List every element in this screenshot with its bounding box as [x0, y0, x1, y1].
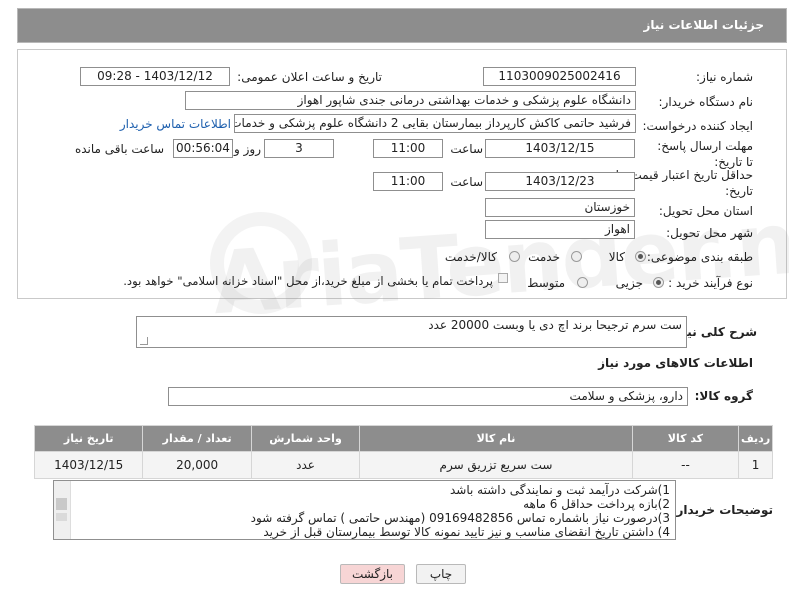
reply-time-label: ساعت	[450, 142, 483, 156]
remaining-label: ساعت باقی مانده	[74, 142, 164, 156]
category-option-goods: کالا	[608, 250, 625, 264]
creator-label: ایجاد کننده درخواست:	[642, 119, 753, 133]
city-label: شهر محل تحویل:	[666, 226, 753, 240]
category-option-service: خدمت	[528, 250, 560, 264]
col-header-code: کد کالا	[631, 425, 740, 452]
goods-group-label: گروه کالا:	[694, 389, 753, 403]
treasury-payment-checkbox[interactable]	[498, 273, 508, 283]
resize-handle-icon[interactable]	[140, 337, 148, 345]
items-table: ردیف کد کالا نام کالا واحد شمارش تعداد /…	[33, 425, 773, 479]
col-header-unit: واحد شمارش	[250, 425, 361, 452]
page-title: جزئیات اطلاعات نیاز	[643, 18, 764, 32]
cell-unit: عدد	[250, 451, 361, 479]
watermark-logo	[210, 212, 312, 314]
need-number-label: شماره نیاز:	[696, 70, 753, 84]
reply-time-field[interactable]: 11:00	[373, 139, 443, 158]
need-number-field[interactable]: 1103009025002416	[483, 67, 636, 86]
category-label: طبقه بندی موضوعی:	[646, 250, 753, 264]
col-header-qty: تعداد / مقدار	[142, 425, 252, 452]
goods-info-title: اطلاعات کالاهای مورد نیاز	[598, 356, 753, 370]
reply-date-field[interactable]: 1403/12/15	[485, 139, 635, 158]
category-radio-goods[interactable]	[635, 251, 646, 262]
reply-deadline-label: مهلت ارسال پاسخ: تا تاریخ:	[657, 139, 753, 169]
category-option-goods-service: کالا/خدمت	[444, 250, 497, 264]
description-text: ست سرم ترجیحا برند اچ دی یا وبست 20000 ع…	[428, 318, 682, 332]
process-radio-medium[interactable]	[577, 277, 588, 288]
buyer-contact-link[interactable]: اطلاعات تماس خریدار	[120, 117, 231, 131]
cell-date: 1403/12/15	[33, 451, 144, 479]
table-row[interactable]: 1 -- ست سریع تزریق سرم عدد 20,000 1403/1…	[33, 451, 773, 479]
page-header: جزئیات اطلاعات نیاز	[17, 8, 787, 43]
note-line-1: 1)شرکت درآیمد ثبت و نمایندگی داشته باشد	[449, 483, 670, 497]
table-header-row: ردیف کد کالا نام کالا واحد شمارش تعداد /…	[33, 425, 773, 452]
price-time-field[interactable]: 11:00	[373, 172, 443, 191]
col-header-name: نام کالا	[359, 425, 633, 452]
buyer-notes-label: توضیحات خریدار:	[671, 503, 773, 517]
days-and-label: روز و	[234, 142, 261, 156]
note-line-3: 3)درصورت نیاز باشماره تماس 09169482856 (…	[250, 511, 670, 525]
note-line-4: 4) داشتن تاریخ انقضای مناسب و نیز تایید …	[263, 525, 670, 539]
notes-scrollbar[interactable]	[54, 481, 71, 539]
treasury-payment-note: پرداخت تمام یا بخشی از مبلغ خرید،از محل …	[123, 274, 493, 288]
col-header-date: تاریخ نیاز	[33, 425, 144, 452]
cell-code: --	[631, 451, 740, 479]
process-option-minor: جزیی	[615, 276, 643, 290]
print-button[interactable]: چاپ	[416, 564, 466, 584]
scrollbar-thumb[interactable]	[56, 498, 67, 510]
announce-datetime-field[interactable]: 1403/12/12 - 09:28	[80, 67, 230, 86]
scrollbar-track-segment	[56, 513, 67, 521]
announce-datetime-label: تاریخ و ساعت اعلان عمومی:	[237, 70, 382, 84]
cell-row: 1	[738, 451, 773, 479]
process-label: نوع فرآیند خرید :	[668, 276, 753, 290]
province-label: استان محل تحویل:	[658, 204, 753, 218]
price-date-field[interactable]: 1403/12/23	[485, 172, 635, 191]
buyer-org-field[interactable]: دانشگاه علوم پزشکی و خدمات بهداشتی درمان…	[185, 91, 636, 110]
buyer-notes-field[interactable]: 1)شرکت درآیمد ثبت و نمایندگی داشته باشد …	[53, 480, 676, 540]
back-button[interactable]: بازگشت	[340, 564, 405, 584]
category-radio-service[interactable]	[571, 251, 582, 262]
price-time-label: ساعت	[450, 175, 483, 189]
buyer-org-label: نام دستگاه خریدار:	[658, 95, 754, 109]
remaining-time-field[interactable]: 00:56:04	[173, 139, 233, 158]
days-field[interactable]: 3	[264, 139, 334, 158]
province-field[interactable]: خوزستان	[485, 198, 635, 217]
col-header-row: ردیف	[738, 425, 773, 452]
category-radio-goods-service[interactable]	[509, 251, 520, 262]
process-option-medium: متوسط	[527, 276, 565, 290]
description-field[interactable]: ست سرم ترجیحا برند اچ دی یا وبست 20000 ع…	[136, 316, 687, 348]
process-radio-minor[interactable]	[653, 277, 664, 288]
creator-field[interactable]: فرشید حاتمی کاکش کارپرداز بیمارستان بقای…	[234, 114, 636, 133]
cell-name: ست سریع تزریق سرم	[359, 451, 633, 479]
note-line-2: 2)بازه پرداخت حداقل 6 ماهه	[523, 497, 670, 511]
goods-group-field[interactable]: دارو، پزشکی و سلامت	[168, 387, 688, 406]
cell-qty: 20,000	[142, 451, 252, 479]
city-field[interactable]: اهواز	[485, 220, 635, 239]
